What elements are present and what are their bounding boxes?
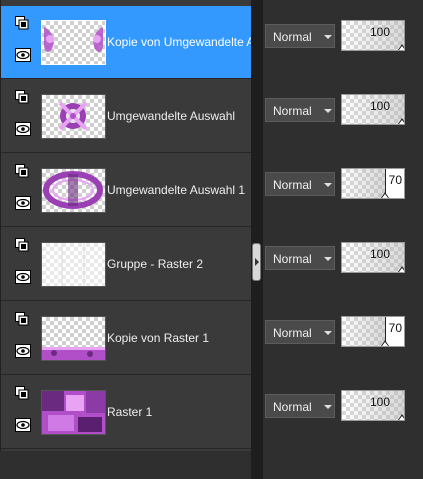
- opacity-value: 100: [369, 25, 390, 39]
- layer-thumbnail: [41, 390, 106, 435]
- opacity-slider[interactable]: 70: [341, 168, 405, 199]
- layer-properties-row: Normal 70: [263, 296, 423, 369]
- opacity-slider-thumb[interactable]: [398, 44, 404, 50]
- eye-icon[interactable]: [15, 270, 31, 284]
- layer-row-icons: [15, 386, 35, 441]
- opacity-slider-thumb[interactable]: [381, 192, 389, 198]
- layer-properties-row: Normal 100: [263, 74, 423, 147]
- blend-mode-select[interactable]: Normal: [265, 98, 335, 122]
- layer-name[interactable]: Kopie von Raster 1: [107, 331, 252, 345]
- dropdown-arrow-icon: [324, 35, 332, 39]
- blend-mode-label: Normal: [273, 252, 312, 266]
- layer-row[interactable]: Kopie von Umgewandelte Auswahl: [1, 6, 252, 79]
- layer-row[interactable]: Umgewandelte Auswahl: [1, 80, 252, 153]
- layer-name[interactable]: Umgewandelte Auswahl 1: [107, 183, 252, 197]
- opacity-slider[interactable]: 70: [341, 316, 405, 347]
- blend-mode-label: Normal: [273, 400, 312, 414]
- opacity-slider[interactable]: 100: [341, 94, 405, 125]
- blend-mode-select[interactable]: Normal: [265, 320, 335, 344]
- layer-group-icon[interactable]: [15, 312, 29, 326]
- layer-thumbnail: [41, 168, 106, 213]
- blend-mode-select[interactable]: Normal: [265, 24, 335, 48]
- layer-row-icons: [15, 312, 35, 367]
- blend-mode-label: Normal: [273, 30, 312, 44]
- layer-group-icon[interactable]: [15, 164, 29, 178]
- layer-group-icon[interactable]: [15, 386, 29, 400]
- layer-group-icon[interactable]: [15, 238, 29, 252]
- opacity-slider-thumb[interactable]: [381, 340, 389, 346]
- layer-group-icon[interactable]: [15, 90, 29, 104]
- layer-list: Kopie von Umgewandelte Auswahl Umgewande…: [0, 0, 252, 451]
- layer-row-icons: [15, 90, 35, 145]
- eye-icon[interactable]: [15, 122, 31, 136]
- opacity-fill: [342, 169, 385, 198]
- blend-mode-label: Normal: [273, 326, 312, 340]
- opacity-slider-thumb[interactable]: [398, 414, 404, 420]
- layer-thumbnail: [41, 316, 106, 361]
- opacity-value: 100: [369, 99, 390, 113]
- blend-mode-label: Normal: [273, 104, 312, 118]
- layer-properties-row: Normal 70: [263, 148, 423, 221]
- opacity-slider[interactable]: 100: [341, 242, 405, 273]
- layer-row-icons: [15, 238, 35, 293]
- palette-splitter[interactable]: [251, 0, 263, 479]
- dropdown-arrow-icon: [324, 331, 332, 335]
- layer-row-icons: [15, 164, 35, 219]
- layer-properties-column: Normal 100 Normal 100 Normal 70 Normal 1…: [263, 0, 423, 479]
- layer-thumbnail: [41, 242, 106, 287]
- blend-mode-select[interactable]: Normal: [265, 394, 335, 418]
- layer-properties-row: Normal 100: [263, 222, 423, 295]
- layers-palette: Kopie von Umgewandelte Auswahl Umgewande…: [0, 0, 423, 479]
- blend-mode-select[interactable]: Normal: [265, 246, 335, 270]
- dropdown-arrow-icon: [324, 183, 332, 187]
- layer-name[interactable]: Umgewandelte Auswahl: [107, 109, 252, 123]
- layer-thumbnail: [41, 94, 106, 139]
- dropdown-arrow-icon: [324, 109, 332, 113]
- opacity-value: 70: [388, 173, 402, 187]
- eye-icon[interactable]: [15, 48, 31, 62]
- layer-properties-row: Normal 100: [263, 370, 423, 443]
- layer-row[interactable]: Gruppe - Raster 2: [1, 228, 252, 301]
- chevron-right-icon: [255, 258, 259, 266]
- opacity-slider[interactable]: 100: [341, 20, 405, 51]
- layer-name[interactable]: Raster 1: [107, 405, 252, 419]
- layer-name[interactable]: Gruppe - Raster 2: [107, 257, 252, 271]
- layer-group-icon[interactable]: [15, 16, 29, 30]
- dropdown-arrow-icon: [324, 405, 332, 409]
- layer-properties-row: Normal 100: [263, 0, 423, 73]
- layer-row[interactable]: Kopie von Raster 1: [1, 302, 252, 375]
- blend-mode-label: Normal: [273, 178, 312, 192]
- opacity-value: 100: [369, 247, 390, 261]
- opacity-slider-thumb[interactable]: [398, 118, 404, 124]
- opacity-slider-thumb[interactable]: [398, 266, 404, 272]
- layer-row[interactable]: Raster 1: [1, 376, 252, 449]
- collapse-handle[interactable]: [252, 243, 261, 281]
- dropdown-arrow-icon: [324, 257, 332, 261]
- opacity-slider[interactable]: 100: [341, 390, 405, 421]
- opacity-value: 100: [369, 395, 390, 409]
- layer-name[interactable]: Kopie von Umgewandelte Auswahl: [107, 35, 252, 49]
- blend-mode-select[interactable]: Normal: [265, 172, 335, 196]
- opacity-value: 70: [388, 321, 402, 335]
- layer-row[interactable]: Umgewandelte Auswahl 1: [1, 154, 252, 227]
- opacity-fill: [342, 317, 385, 346]
- layer-thumbnail: [41, 20, 106, 65]
- layer-row-icons: [15, 16, 35, 71]
- eye-icon[interactable]: [15, 196, 31, 210]
- eye-icon[interactable]: [15, 344, 31, 358]
- eye-icon[interactable]: [15, 418, 31, 432]
